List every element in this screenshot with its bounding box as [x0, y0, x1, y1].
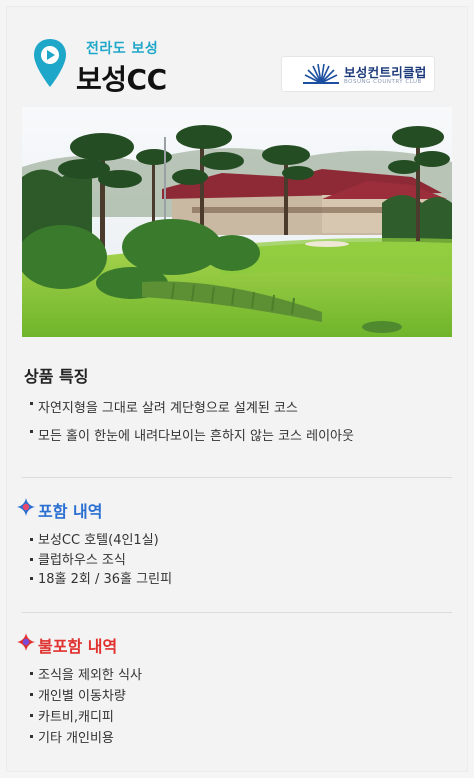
list-item: 보성CC 호텔(4인1실): [28, 531, 172, 551]
list-item: 기타 개인비용: [28, 728, 142, 749]
location-pin-icon: [34, 39, 66, 87]
list-item: 자연지형을 그대로 살려 계단형으로 설계된 코스: [28, 395, 354, 423]
club-logo-emblem-icon: [303, 63, 339, 84]
excluded-list: 조식을 제외한 식사 개인별 이동차량 카트비,캐디피 기타 개인비용: [28, 665, 142, 749]
golf-course-photo: [22, 107, 452, 337]
region-label: 전라도 보성: [86, 41, 159, 57]
logo-english-text: BOSUNG COUNTRY CLUB: [344, 79, 422, 85]
included-list: 보성CC 호텔(4인1실) 클럽하우스 조식 18홀 2회 / 36홀 그린피: [28, 531, 172, 590]
list-item: 개인별 이동차량: [28, 686, 142, 707]
divider: [22, 612, 452, 613]
plus-icon: [17, 498, 35, 516]
list-item: 클럽하우스 조식: [28, 551, 172, 571]
excluded-title: 불포함 내역: [38, 637, 118, 656]
plus-icon: [17, 633, 35, 651]
list-item: 카트비,캐디피: [28, 707, 142, 728]
features-list: 자연지형을 그대로 살려 계단형으로 설계된 코스 모든 홀이 한눈에 내려다보…: [28, 395, 354, 451]
page-title: 보성CC: [76, 63, 167, 96]
list-item: 모든 홀이 한눈에 내려다보이는 흔하지 않는 코스 레이아웃: [28, 423, 354, 451]
features-title: 상품 특징: [24, 367, 89, 386]
included-title: 포함 내역: [38, 502, 103, 521]
divider: [22, 477, 452, 478]
club-logo: 보성컨트리클럽 BOSUNG COUNTRY CLUB: [281, 56, 435, 92]
list-item: 18홀 2회 / 36홀 그린피: [28, 570, 172, 590]
list-item: 조식을 제외한 식사: [28, 665, 142, 686]
